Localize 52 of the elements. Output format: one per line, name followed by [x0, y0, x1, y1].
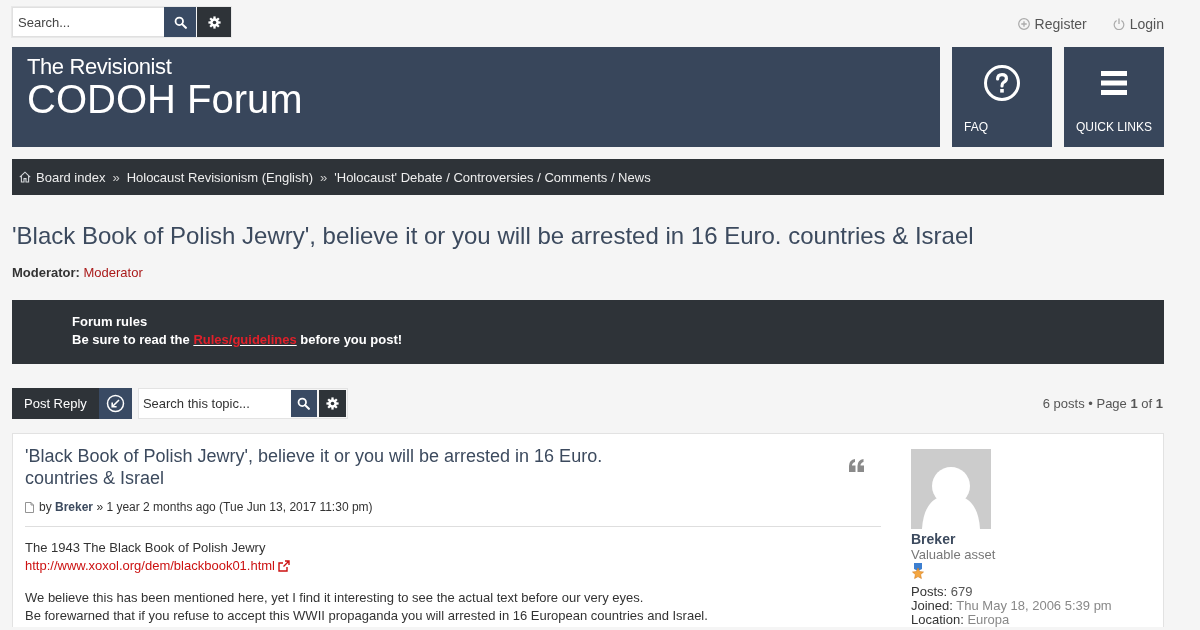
- search-icon: [297, 397, 311, 410]
- topic-search-field[interactable]: Search this topic...: [138, 389, 291, 418]
- reply-icon: [98, 388, 132, 419]
- star-medal-icon: [911, 563, 925, 580]
- breadcrumb-separator: »: [112, 169, 120, 185]
- detail-label: Joined:: [911, 598, 953, 613]
- search-icon: [173, 15, 187, 29]
- faq-tile[interactable]: FAQ: [952, 47, 1052, 147]
- rules-text: Be sure to read the Rules/guidelines before you post!: [72, 331, 403, 349]
- menu-icon: [1101, 71, 1127, 95]
- post-title[interactable]: 'Black Book of Polish Jewry', believe it or you will be arrested in 16 Euro. countries & Israel: [25, 445, 645, 489]
- settings-icon: [207, 15, 221, 29]
- moderator-link[interactable]: Moderator: [83, 265, 143, 280]
- quote-icon[interactable]: [849, 459, 864, 472]
- breadcrumb-link[interactable]: 'Holocaust' Debate / Controversies / Comments / News: [334, 169, 651, 185]
- search-field[interactable]: Search...: [12, 7, 164, 37]
- register-link[interactable]: Register: [1017, 15, 1087, 32]
- breadcrumb-separator: »: [320, 169, 328, 185]
- detail-value: Europa: [967, 612, 1010, 627]
- external-link-icon: [278, 560, 290, 572]
- detail-label: Posts:: [911, 584, 948, 599]
- settings-button[interactable]: [318, 390, 346, 417]
- quick-links-tile[interactable]: QUICK LINKS: [1064, 47, 1164, 147]
- settings-button[interactable]: [197, 7, 231, 37]
- search-button[interactable]: [290, 390, 317, 417]
- breadcrumb-link[interactable]: Board index: [36, 169, 106, 185]
- settings-icon: [325, 397, 339, 410]
- pagination-info: 6 posts • Page 1 of 1: [1042, 396, 1164, 411]
- search-button[interactable]: [164, 7, 196, 37]
- post-link[interactable]: http://www.xoxol.org/dem/blackbook01.html: [25, 557, 275, 575]
- login-link[interactable]: Login: [1112, 15, 1164, 32]
- moderator-label: Moderator:: [12, 265, 80, 280]
- topic-title[interactable]: 'Black Book of Polish Jewry', believe it or you will be arrested in 16 Euro. countries & Israel: [12, 221, 1164, 251]
- breadcrumb-link[interactable]: Holocaust Revisionism (English): [126, 169, 314, 185]
- post-text: The 1943 The Black Book of Polish Jewry: [25, 539, 266, 557]
- question-circle-icon: [984, 65, 1020, 101]
- post-reply-button[interactable]: Post Reply: [12, 388, 132, 419]
- detail-label: Location:: [911, 612, 964, 627]
- username-link[interactable]: Breker: [911, 532, 956, 547]
- rules-title: Forum rules: [72, 313, 148, 331]
- home-icon: [19, 171, 31, 183]
- post-text: We believe this has been mentioned here, yet I find it interesting to see the actual text before our very eyes.: [25, 589, 644, 607]
- user-rank: Valuable asset: [911, 547, 996, 562]
- post-text: Be forewarned that if you refuse to accept this WWII propaganda you will arrested in 16 European countries and Israel.: [25, 607, 708, 625]
- plus-circle-icon: [1017, 17, 1030, 30]
- document-icon: [25, 501, 34, 513]
- power-icon: [1112, 17, 1125, 30]
- detail-value: Thu May 18, 2006 5:39 pm: [956, 598, 1112, 613]
- site-logo[interactable]: The Revisionist CODOH Forum: [27, 55, 303, 119]
- detail-value: 679: [950, 584, 973, 599]
- post-meta: by Breker » 1 year 2 months ago (Tue Jun 13, 2017 11:30 pm): [39, 499, 373, 515]
- author-link[interactable]: Breker: [55, 500, 94, 514]
